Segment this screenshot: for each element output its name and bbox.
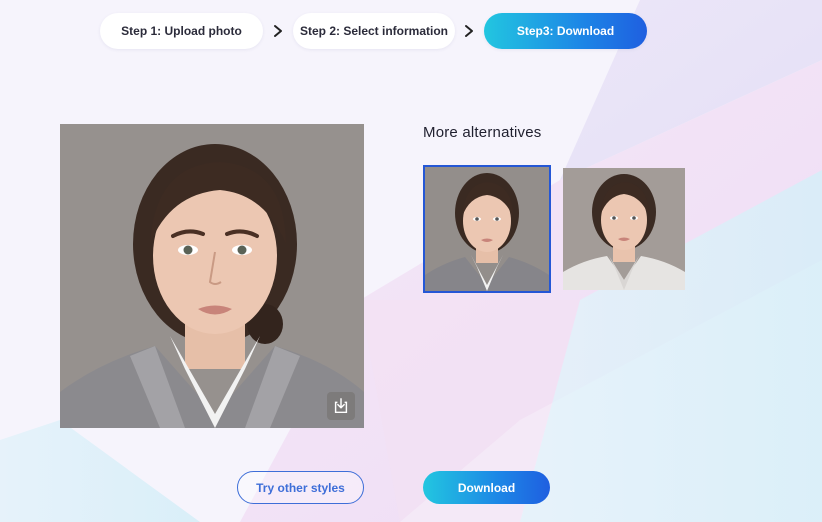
download-icon xyxy=(334,398,348,414)
main-portrait-photo xyxy=(60,124,364,428)
step-label: Step 1: Upload photo xyxy=(121,24,242,38)
download-image-button[interactable] xyxy=(327,392,355,420)
portrait-image xyxy=(563,168,685,290)
portrait-image xyxy=(60,124,364,428)
step-label: Step3: Download xyxy=(516,24,615,38)
step-upload-photo[interactable]: Step 1: Upload photo xyxy=(100,13,263,49)
step-download[interactable]: Step3: Download xyxy=(484,13,647,49)
chevron-right-icon xyxy=(274,25,282,37)
try-other-styles-button[interactable]: Try other styles xyxy=(237,471,364,504)
alternative-thumbnail-selected[interactable] xyxy=(423,165,551,293)
download-button[interactable]: Download xyxy=(423,471,550,504)
step-select-information[interactable]: Step 2: Select information xyxy=(293,13,455,49)
portrait-image xyxy=(425,167,549,291)
step-label: Step 2: Select information xyxy=(299,24,449,38)
alternatives-title: More alternatives xyxy=(423,124,542,141)
step-progress-bar: Step 1: Upload photo Step 2: Select info… xyxy=(100,13,655,51)
alternative-thumbnail[interactable] xyxy=(563,168,685,290)
button-label: Try other styles xyxy=(256,480,345,495)
button-label: Download xyxy=(457,480,516,495)
chevron-right-icon xyxy=(465,25,473,37)
